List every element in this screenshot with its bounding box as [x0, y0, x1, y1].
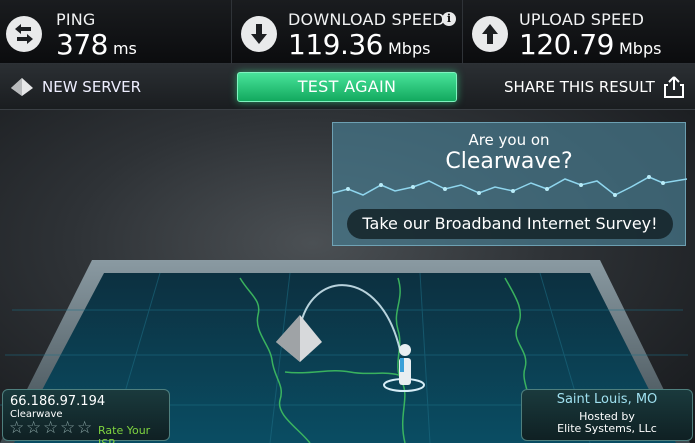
share-icon — [663, 76, 684, 98]
client-ip: 66.186.97.194 — [10, 394, 106, 409]
upload-metric: UPLOAD SPEED 120.79 Mbps — [462, 0, 695, 64]
upload-arrow-icon — [472, 16, 508, 52]
download-value: 119.36 Mbps — [288, 28, 431, 61]
ping-label: PING — [56, 10, 96, 29]
upload-label: UPLOAD SPEED — [519, 10, 645, 29]
new-server-label: NEW SERVER — [42, 78, 142, 96]
info-icon[interactable]: i — [442, 12, 456, 26]
star-icon[interactable]: ☆ — [60, 420, 77, 437]
action-bar: NEW SERVER TEST AGAIN SHARE THIS RESULT — [0, 64, 695, 110]
ping-value: 378 ms — [56, 28, 137, 61]
star-icon[interactable]: ☆ — [77, 420, 94, 437]
isp-survey-panel: Are you on Clearwave? Take our Broadband… — [332, 122, 687, 246]
ping-unit: ms — [112, 39, 137, 58]
download-metric: DOWNLOAD SPEED 119.36 Mbps i — [231, 0, 462, 64]
survey-sparkline — [333, 175, 687, 197]
isp-rating-stars[interactable]: ☆ ☆ ☆ ☆ ☆ — [9, 420, 94, 437]
star-icon[interactable]: ☆ — [9, 420, 26, 437]
server-host: Elite Systems, LLc — [557, 422, 657, 435]
server-info-box: Saint Louis, MO Hosted by Elite Systems,… — [521, 389, 693, 441]
ping-arrows-icon — [6, 16, 42, 52]
new-server-button[interactable]: NEW SERVER — [10, 76, 141, 98]
ping-metric: PING 378 ms — [0, 0, 231, 64]
server-city[interactable]: Saint Louis, MO — [522, 392, 692, 407]
server-pyramid-icon — [11, 78, 33, 96]
download-arrow-icon — [241, 16, 277, 52]
share-label: SHARE THIS RESULT — [504, 78, 655, 96]
upload-unit: Mbps — [618, 39, 662, 58]
upload-value: 120.79 Mbps — [519, 28, 662, 61]
star-icon[interactable]: ☆ — [26, 420, 43, 437]
share-result-button[interactable]: SHARE THIS RESULT — [504, 76, 685, 98]
download-unit: Mbps — [387, 39, 431, 58]
take-survey-button[interactable]: Take our Broadband Internet Survey! — [347, 209, 673, 239]
results-bar: PING 378 ms DOWNLOAD SPEED 119.36 Mbps i U… — [0, 0, 695, 64]
rate-isp-link[interactable]: Rate Your ISP — [98, 424, 169, 443]
client-info-box: 66.186.97.194 Clearwave ☆ ☆ ☆ ☆ ☆ Rate Y… — [2, 389, 170, 443]
star-icon[interactable]: ☆ — [43, 420, 60, 437]
test-again-button[interactable]: TEST AGAIN — [237, 72, 457, 102]
download-label: DOWNLOAD SPEED — [288, 10, 445, 29]
survey-question: Are you on — [468, 131, 550, 149]
